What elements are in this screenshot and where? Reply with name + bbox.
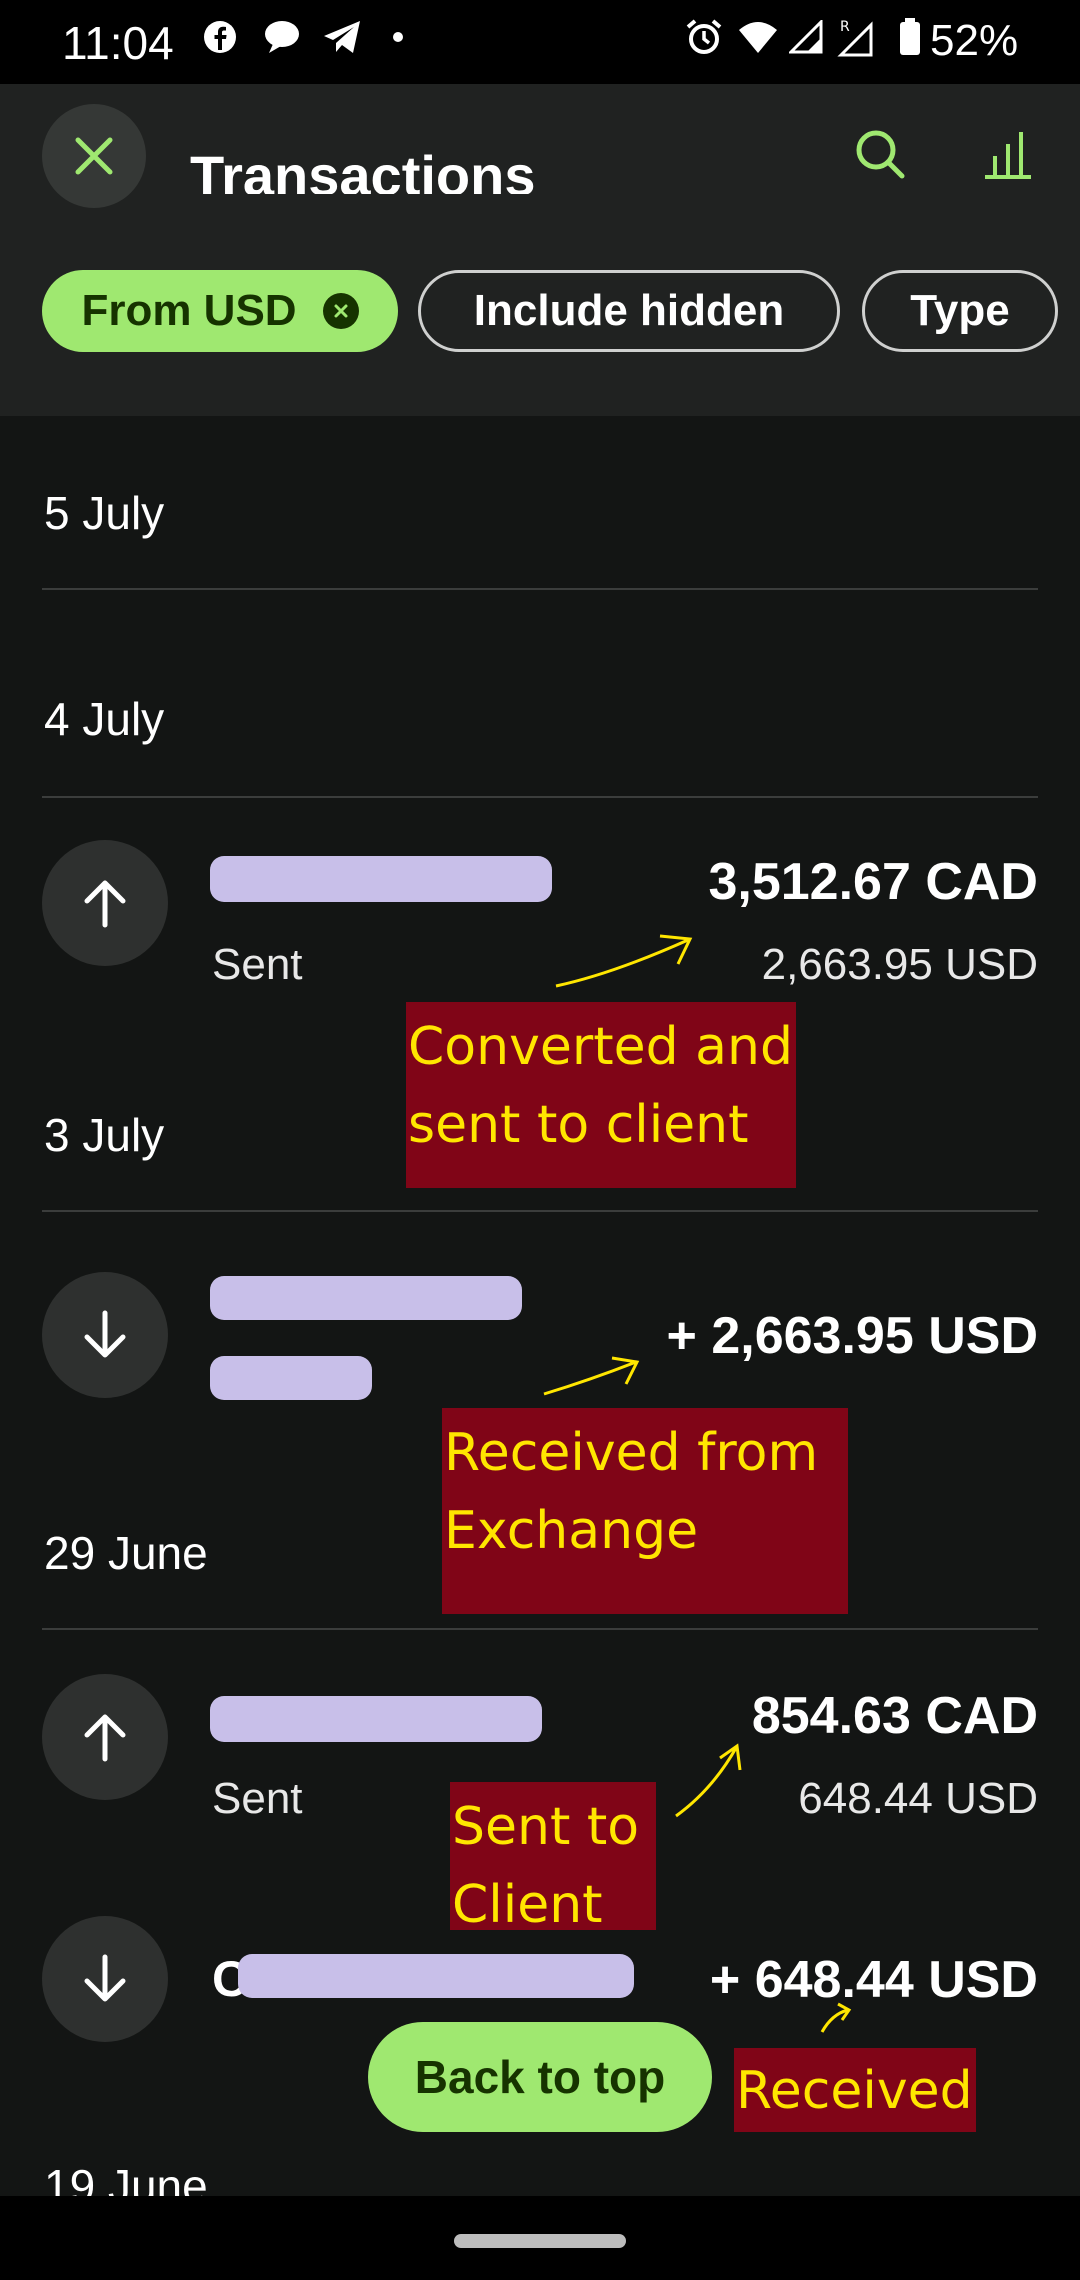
wifi-icon bbox=[738, 14, 778, 60]
status-bar: 11:04 R 52% bbox=[0, 0, 1080, 84]
filter-chip-label: From USD bbox=[81, 286, 297, 335]
arrow-up-icon bbox=[84, 1714, 126, 1762]
divider bbox=[42, 588, 1038, 590]
app-header: Transactions From USD Include hidden Typ… bbox=[0, 84, 1080, 416]
annotation-text: Received bbox=[736, 2061, 973, 2121]
transaction-avatar bbox=[42, 1272, 168, 1398]
date-header: 5 July bbox=[44, 487, 165, 539]
roaming-signal-icon: R bbox=[836, 14, 876, 60]
filter-chip-include-hidden[interactable]: Include hidden bbox=[418, 270, 840, 352]
annotation-text: Sent to bbox=[452, 1797, 640, 1857]
annotation-box: Sent to Client bbox=[450, 1782, 656, 1935]
page-title: Transactions bbox=[190, 144, 536, 194]
transaction-avatar bbox=[42, 1674, 168, 1800]
date-header: 4 July bbox=[44, 693, 165, 745]
date-header: 19 June bbox=[44, 2160, 208, 2196]
divider bbox=[42, 1210, 1038, 1212]
transaction-avatar bbox=[42, 1916, 168, 2042]
insights-button[interactable] bbox=[972, 118, 1044, 190]
notification-dot-icon bbox=[378, 14, 418, 60]
home-gesture-handle[interactable] bbox=[454, 2234, 626, 2248]
annotation-box: Received from Exchange bbox=[442, 1408, 848, 1614]
system-navigation-bar bbox=[0, 2196, 1080, 2280]
signal-icon bbox=[786, 14, 826, 60]
filter-chip-type[interactable]: Type bbox=[862, 270, 1058, 352]
arrow-down-icon bbox=[84, 1954, 126, 2002]
search-button[interactable] bbox=[844, 118, 916, 190]
filter-chip-label: Include hidden bbox=[473, 286, 785, 335]
redacted-name bbox=[210, 856, 552, 902]
battery-percentage: 52% bbox=[930, 16, 1019, 65]
alarm-icon bbox=[684, 14, 724, 60]
search-icon bbox=[856, 130, 905, 179]
annotation-arrow bbox=[820, 2002, 852, 2033]
date-header: 3 July bbox=[44, 1109, 165, 1161]
annotation-arrow bbox=[543, 1356, 640, 1396]
redacted-name bbox=[210, 1356, 372, 1400]
transaction-amount: 854.63 CAD bbox=[751, 1687, 1038, 1745]
annotation-text: Converted and bbox=[408, 1017, 793, 1077]
battery-icon bbox=[890, 14, 930, 60]
annotation-box: Converted and sent to client bbox=[406, 1002, 796, 1188]
status-time: 11:04 bbox=[62, 17, 174, 69]
close-button[interactable] bbox=[42, 104, 146, 208]
date-header: 29 June bbox=[44, 1527, 208, 1579]
transaction-status: Sent bbox=[212, 1774, 303, 1823]
transaction-secondary-amount: 648.44 USD bbox=[798, 1774, 1038, 1823]
annotation-text: Exchange bbox=[444, 1501, 699, 1561]
filter-chip-label: Type bbox=[910, 286, 1010, 335]
annotation-text: Received from bbox=[444, 1423, 819, 1483]
annotation-text: sent to client bbox=[408, 1095, 749, 1155]
facebook-icon bbox=[200, 14, 240, 60]
annotation-arrow bbox=[675, 1743, 742, 1818]
telegram-icon bbox=[322, 14, 362, 60]
chat-bubble-icon bbox=[262, 14, 302, 60]
divider bbox=[42, 796, 1038, 798]
redacted-name bbox=[210, 1276, 522, 1320]
close-icon bbox=[75, 137, 113, 175]
transaction-avatar bbox=[42, 840, 168, 966]
annotation-arrow bbox=[555, 934, 693, 988]
arrow-down-icon bbox=[84, 1310, 126, 1358]
svg-text:R: R bbox=[840, 19, 850, 35]
arrow-up-icon bbox=[84, 880, 126, 928]
divider bbox=[42, 1628, 1038, 1630]
transaction-amount: + 648.44 USD bbox=[709, 1951, 1038, 2009]
transaction-amount: + 2,663.95 USD bbox=[666, 1307, 1038, 1365]
redacted-name bbox=[210, 1696, 542, 1742]
transaction-secondary-amount: 2,663.95 USD bbox=[761, 940, 1038, 989]
bar-chart-icon bbox=[985, 132, 1031, 179]
back-to-top-button[interactable]: Back to top bbox=[368, 2022, 712, 2132]
redacted-name bbox=[238, 1954, 634, 1998]
filter-chip-from-usd[interactable]: From USD bbox=[42, 270, 398, 352]
remove-filter-icon[interactable] bbox=[322, 293, 359, 329]
annotation-text: Client bbox=[452, 1875, 603, 1935]
transaction-amount: 3,512.67 CAD bbox=[708, 853, 1038, 911]
annotation-box: Received bbox=[734, 2048, 976, 2132]
transaction-status: Sent bbox=[212, 940, 303, 989]
